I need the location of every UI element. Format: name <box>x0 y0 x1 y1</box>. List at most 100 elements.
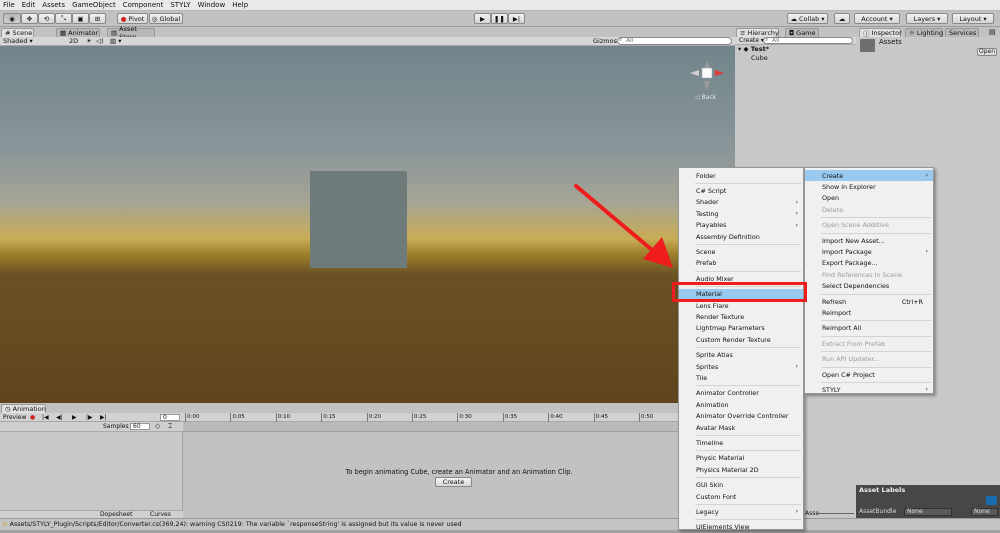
menu-item-testing[interactable]: Testing › <box>679 208 803 219</box>
menu-item-open-c-project[interactable]: Open C# Project <box>805 369 933 380</box>
tab-inspector[interactable]: ⓘ Inspector <box>859 28 902 38</box>
cloud-button[interactable]: ☁ <box>834 13 850 24</box>
scene-search-input[interactable]: All <box>617 37 732 45</box>
tab-dopesheet[interactable]: Dopesheet <box>100 511 132 518</box>
move-tool-button[interactable]: ✥ <box>21 13 38 24</box>
scene-root-item[interactable]: ▾ ◆ Test* <box>738 45 769 53</box>
menu-item-c-script[interactable]: C# Script <box>679 185 803 196</box>
menu-window[interactable]: Window <box>198 1 226 9</box>
menu-help[interactable]: Help <box>232 1 248 9</box>
dopesheet-area[interactable]: To begin animating Cube, create an Anima… <box>183 432 735 518</box>
menu-item-import-new-asset[interactable]: Import New Asset... <box>805 235 933 246</box>
mode-2d-toggle[interactable]: 2D <box>69 37 78 46</box>
menu-item-legacy[interactable]: Legacy › <box>679 506 803 517</box>
open-button[interactable]: Open <box>977 48 997 56</box>
menu-item-uielements-view[interactable]: UIElements View <box>679 522 803 533</box>
lighting-toggle-icon[interactable]: ☀ <box>86 37 92 46</box>
play-button[interactable]: ▶ <box>474 13 491 24</box>
pause-button[interactable]: ❚❚ <box>491 13 508 24</box>
asset-variant-dropdown[interactable]: None <box>971 508 998 516</box>
menu-item-playables[interactable]: Playables › <box>679 220 803 231</box>
menu-item-scene[interactable]: Scene <box>679 246 803 257</box>
menu-item-custom-font[interactable]: Custom Font <box>679 491 803 502</box>
menu-item-create[interactable]: Create › <box>805 170 933 182</box>
menu-item-reimport-all[interactable]: Reimport All <box>805 323 933 334</box>
hand-tool-button[interactable]: ◉ <box>3 13 21 24</box>
tab-lighting[interactable]: ☼ Lighting <box>905 28 943 37</box>
add-event-icon[interactable]: ⌶ <box>168 422 172 431</box>
transform-tool-button[interactable]: ⊞ <box>89 13 106 24</box>
rect-tool-button[interactable]: ▣ <box>72 13 89 24</box>
scene-gizmo-icon[interactable] <box>688 59 728 93</box>
lock-icon[interactable]: ▤ <box>989 28 996 36</box>
samples-input[interactable]: 60 <box>130 423 150 430</box>
back-label[interactable]: ◁ Back <box>695 94 716 101</box>
animation-create-button[interactable]: Create <box>435 477 472 487</box>
menu-item-assembly-definition[interactable]: Assembly Definition <box>679 231 803 242</box>
menu-item-physics-material-2d[interactable]: Physics Material 2D <box>679 464 803 475</box>
rotate-tool-button[interactable]: ⟲ <box>38 13 55 24</box>
layout-dropdown[interactable]: Layout ▾ <box>952 13 994 24</box>
menu-item-prefab[interactable]: Prefab <box>679 258 803 269</box>
play-anim-icon[interactable]: ▶ <box>72 413 77 422</box>
menu-component[interactable]: Component <box>123 1 164 9</box>
add-keyframe-icon[interactable]: ◇ <box>155 422 160 430</box>
menu-item-avatar-mask[interactable]: Avatar Mask <box>679 422 803 433</box>
menu-item-animator-override-controller[interactable]: Animator Override Controller <box>679 411 803 422</box>
tab-hierarchy[interactable]: ≡ Hierarchy <box>736 28 779 37</box>
pivot-toggle[interactable]: ● Pivot <box>117 13 148 24</box>
tab-scene[interactable]: # Scene <box>1 28 34 37</box>
event-lane[interactable] <box>183 422 735 432</box>
menu-file[interactable]: File <box>3 1 15 9</box>
menu-item-animation[interactable]: Animation <box>679 399 803 410</box>
effects-dropdown-icon[interactable]: ▧ ▾ <box>110 37 121 46</box>
hierarchy-search-input[interactable]: All <box>763 37 853 44</box>
menu-item-render-texture[interactable]: Render Texture <box>679 311 803 322</box>
menu-assets[interactable]: Assets <box>42 1 65 9</box>
shading-dropdown[interactable]: Shaded ▾ <box>3 37 33 46</box>
menu-item-select-dependencies[interactable]: Select Dependencies <box>805 281 933 292</box>
tab-animator[interactable]: ▦ Animator <box>56 28 100 37</box>
menu-item-timeline[interactable]: Timeline <box>679 437 803 448</box>
layers-dropdown[interactable]: Layers ▾ <box>906 13 948 24</box>
asset-bundle-dropdown[interactable]: None <box>904 508 952 516</box>
label-tag-icon[interactable] <box>986 496 997 505</box>
record-icon[interactable]: ● <box>30 413 35 422</box>
next-key-icon[interactable]: |▶ <box>86 413 93 422</box>
menu-item-import-package[interactable]: Import Package › <box>805 246 933 257</box>
menu-item-animator-controller[interactable]: Animator Controller <box>679 388 803 399</box>
menu-item-export-package[interactable]: Export Package... <box>805 258 933 269</box>
menu-item-open[interactable]: Open <box>805 193 933 204</box>
menu-item-sprite-atlas[interactable]: Sprite Atlas <box>679 350 803 361</box>
last-key-icon[interactable]: ▶| <box>100 413 107 422</box>
tab-asset-store[interactable]: ▤Asset Store <box>107 25 155 41</box>
menu-item-physic-material[interactable]: Physic Material <box>679 453 803 464</box>
menu-edit[interactable]: Edit <box>22 1 36 9</box>
frame-input[interactable]: 0 <box>160 414 180 421</box>
global-toggle[interactable]: ◎ Global <box>149 13 183 24</box>
preview-toggle[interactable]: Preview <box>3 413 26 422</box>
menu-item-reimport[interactable]: Reimport <box>805 307 933 318</box>
cube-object[interactable] <box>310 171 407 268</box>
menu-item-tile[interactable]: Tile <box>679 372 803 383</box>
scale-tool-button[interactable]: ⤡ <box>55 13 72 24</box>
hierarchy-item-cube[interactable]: Cube <box>751 54 768 62</box>
tab-services[interactable]: Services <box>945 28 979 37</box>
menu-item-sprites[interactable]: Sprites › <box>679 361 803 372</box>
account-dropdown[interactable]: Account ▾ <box>854 13 900 24</box>
hierarchy-create-button[interactable]: Create ▾ <box>739 37 764 45</box>
menu-item-styly[interactable]: STYLY › <box>805 384 933 395</box>
prev-key-icon[interactable]: ◀| <box>56 413 63 422</box>
tab-game[interactable]: ◘ Game <box>785 28 819 37</box>
tab-animation[interactable]: ◷ Animation <box>1 404 46 413</box>
first-key-icon[interactable]: |◀ <box>42 413 49 422</box>
menu-item-show-in-explorer[interactable]: Show in Explorer <box>805 181 933 192</box>
menu-item-refresh[interactable]: Refresh Ctrl+R <box>805 296 933 307</box>
menu-item-custom-render-texture[interactable]: Custom Render Texture <box>679 334 803 345</box>
menu-gameobject[interactable]: GameObject <box>72 1 116 9</box>
status-bar[interactable]: ⚠ Assets/STYLY_Plugin/Scripts/Editor/Con… <box>0 518 1000 530</box>
tab-curves[interactable]: Curves <box>150 511 171 518</box>
menu-styly[interactable]: STYLY <box>170 1 190 9</box>
menu-item-gui-skin[interactable]: GUI Skin <box>679 480 803 491</box>
timeline-ruler[interactable]: 0:00 0:05 0:10 0:15 0:20 0:25 0:30 0:35 0:40 0:45… <box>183 413 735 422</box>
